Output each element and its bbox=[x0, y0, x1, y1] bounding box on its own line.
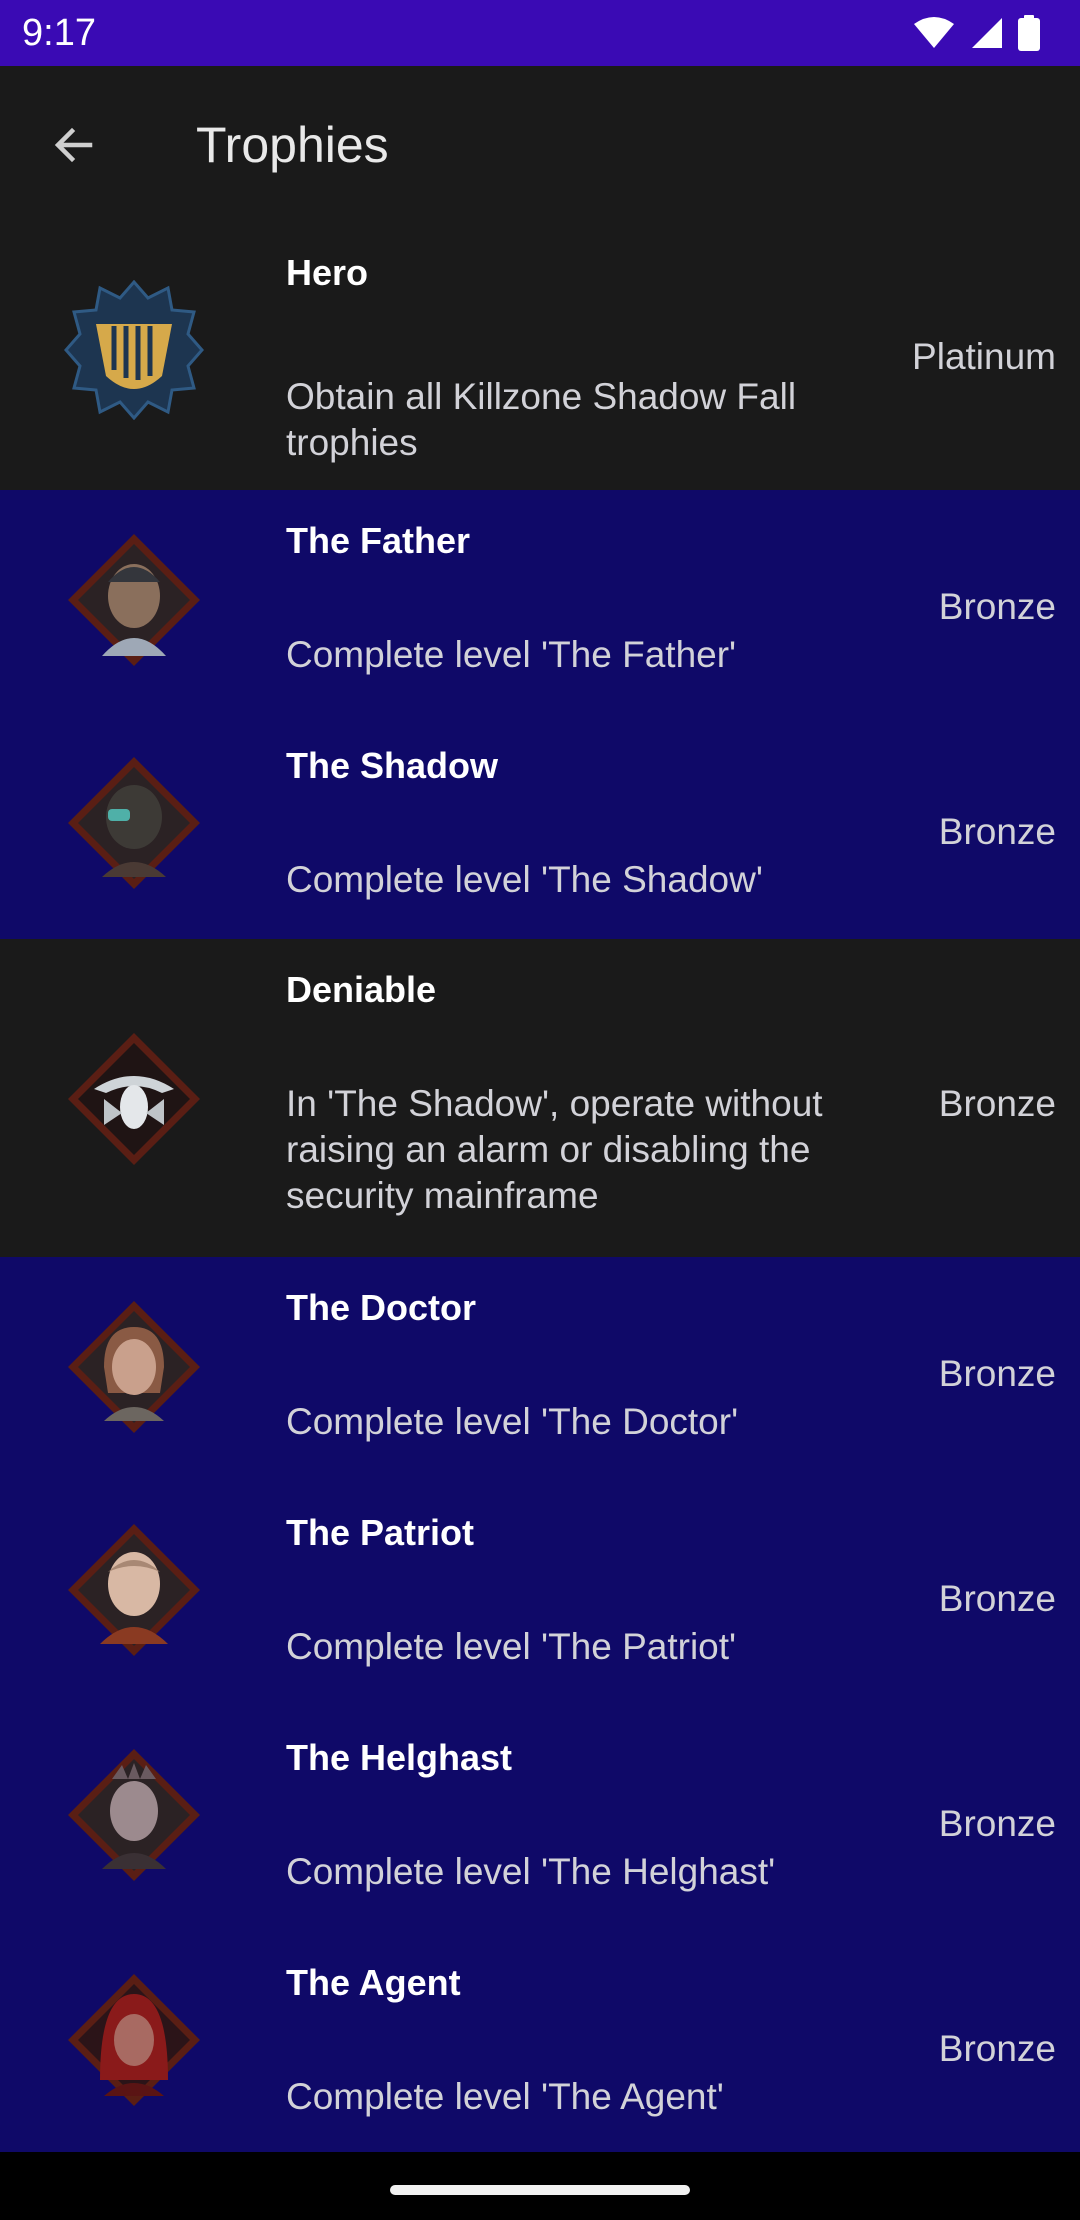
portrait-trophy-icon bbox=[68, 1301, 200, 1433]
portrait-trophy-icon bbox=[68, 1749, 200, 1881]
trophy-grade: Bronze bbox=[938, 1803, 1056, 1844]
signal-icon bbox=[972, 18, 1002, 48]
trophy-row-deniable[interactable]: Deniable In 'The Shadow', operate withou… bbox=[0, 939, 1080, 1257]
status-icons bbox=[912, 15, 1040, 51]
page-title: Trophies bbox=[196, 117, 389, 173]
trophy-description: Complete level 'The Helghast' bbox=[286, 1851, 776, 1892]
back-button[interactable] bbox=[34, 105, 114, 185]
trophy-name: The Patriot bbox=[286, 1512, 475, 1553]
wifi-icon bbox=[914, 17, 954, 48]
portrait-trophy-icon bbox=[68, 1974, 200, 2106]
home-indicator[interactable] bbox=[390, 2185, 690, 2195]
status-bar: 9:17 bbox=[0, 0, 1080, 66]
trophy-row-hero[interactable]: Hero Obtain all Killzone Shadow Fall tro… bbox=[0, 224, 1080, 490]
trophy-description: Complete level 'The Patriot' bbox=[286, 1626, 737, 1667]
trophy-grade: Bronze bbox=[938, 1353, 1056, 1394]
trophy-description: Complete level 'The Father' bbox=[286, 634, 737, 675]
trophy-name: The Father bbox=[286, 520, 471, 561]
trophy-description: In 'The Shadow', operate without raising… bbox=[286, 1083, 823, 1216]
trophy-row-the-doctor[interactable]: The Doctor Complete level 'The Doctor' B… bbox=[0, 1257, 1080, 1482]
trophy-description: Obtain all Killzone Shadow Fall trophies bbox=[286, 376, 797, 463]
trophy-grade: Bronze bbox=[938, 1578, 1056, 1619]
portrait-trophy-icon bbox=[68, 757, 200, 889]
trophy-name: The Helghast bbox=[286, 1737, 513, 1778]
trophy-row-the-agent[interactable]: The Agent Complete level 'The Agent' Bro… bbox=[0, 1932, 1080, 2159]
trophy-description: Complete level 'The Agent' bbox=[286, 2076, 724, 2117]
trophy-name: Deniable bbox=[286, 969, 437, 1010]
trophy-grade: Bronze bbox=[938, 2028, 1056, 2069]
trophy-row-the-father[interactable]: The Father Complete level 'The Father' B… bbox=[0, 490, 1080, 715]
trophy-name: The Shadow bbox=[286, 745, 499, 786]
trophy-grade: Platinum bbox=[912, 336, 1056, 377]
platinum-trophy-icon bbox=[64, 280, 204, 420]
status-time: 9:17 bbox=[22, 11, 96, 54]
trophy-name: Hero bbox=[286, 252, 369, 293]
emblem-trophy-icon bbox=[68, 1033, 200, 1165]
portrait-trophy-icon bbox=[68, 1524, 200, 1656]
trophy-grade: Bronze bbox=[938, 1083, 1056, 1124]
trophy-name: The Doctor bbox=[286, 1287, 477, 1328]
trophy-row-the-helghast[interactable]: The Helghast Complete level 'The Helghas… bbox=[0, 1707, 1080, 1932]
trophy-grade: Bronze bbox=[938, 586, 1056, 627]
portrait-trophy-icon bbox=[68, 534, 200, 666]
trophy-list: Hero Obtain all Killzone Shadow Fall tro… bbox=[0, 224, 1080, 2159]
trophy-grade: Bronze bbox=[938, 811, 1056, 852]
battery-icon bbox=[1018, 15, 1040, 51]
trophy-row-the-shadow[interactable]: The Shadow Complete level 'The Shadow' B… bbox=[0, 715, 1080, 939]
app-bar: Trophies bbox=[0, 66, 1080, 224]
trophy-description: Complete level 'The Doctor' bbox=[286, 1401, 739, 1442]
trophy-description: Complete level 'The Shadow' bbox=[286, 859, 763, 900]
trophy-name: The Agent bbox=[286, 1962, 461, 2003]
trophy-row-the-patriot[interactable]: The Patriot Complete level 'The Patriot'… bbox=[0, 1482, 1080, 1707]
arrow-back-icon bbox=[54, 127, 93, 163]
